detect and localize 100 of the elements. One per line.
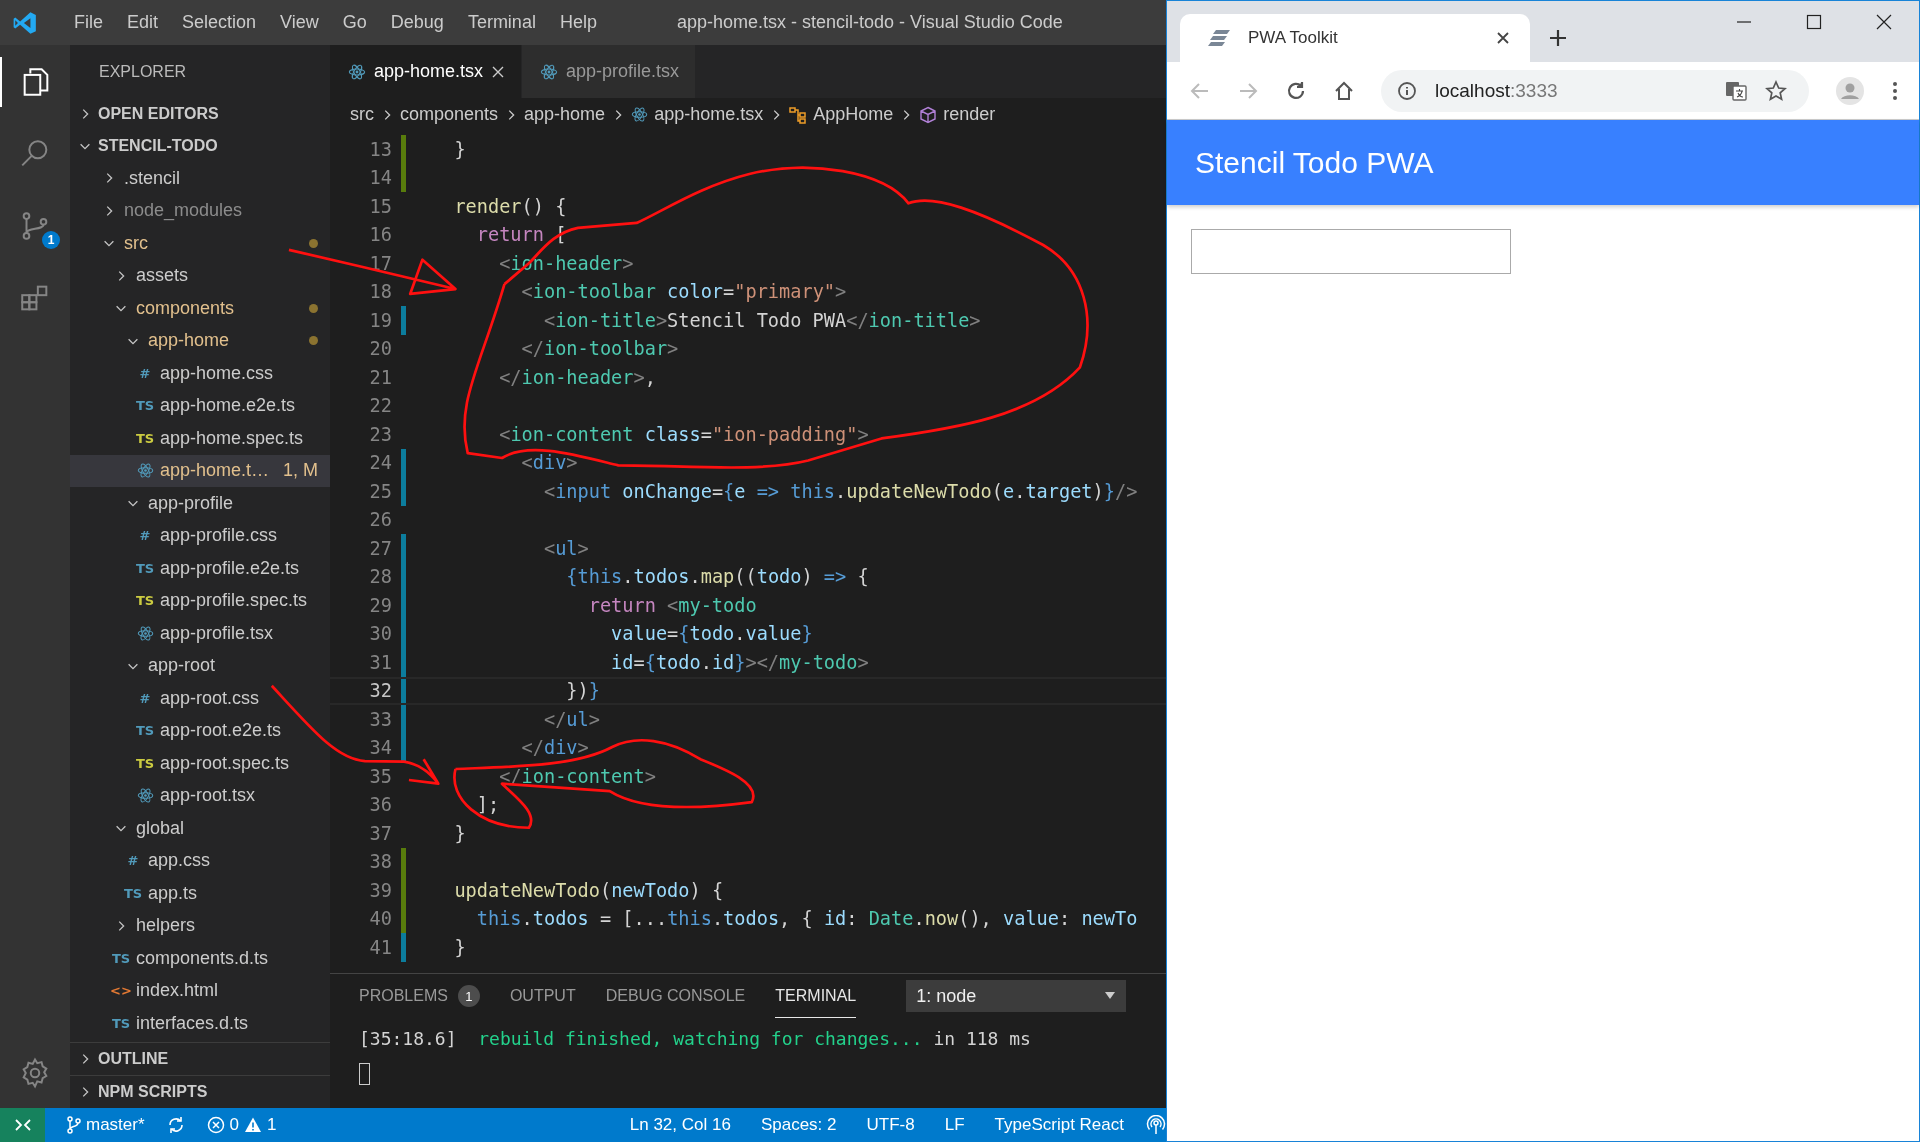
maximize-icon[interactable] xyxy=(1806,13,1822,30)
source-tree-item[interactable]: # app.css xyxy=(70,844,330,877)
line-number: 34 xyxy=(368,737,392,759)
terminal-dropdown[interactable]: 1: node xyxy=(906,980,1127,1012)
menu-item[interactable]: Terminal xyxy=(455,12,548,33)
code-line: value={todo.value} xyxy=(610,623,813,645)
editor-tab[interactable]: app-profile.tsx xyxy=(522,45,697,98)
menu-icon[interactable] xyxy=(1891,79,1899,102)
modified-dot-icon xyxy=(309,303,318,313)
source-tree-item[interactable]: # app-profile.css xyxy=(70,519,330,552)
source-tree-item[interactable]: <> index.html xyxy=(70,974,330,1007)
cube-icon xyxy=(919,105,938,124)
source-tree-item[interactable]: TS interfaces.d.ts xyxy=(70,1007,330,1040)
menu-item[interactable]: Help xyxy=(547,12,609,33)
info-icon xyxy=(1397,80,1417,101)
source-tree-item[interactable]: TS app-profile.e2e.ts xyxy=(70,552,330,585)
folder-tree-item[interactable]: app-home xyxy=(70,324,330,357)
close-icon[interactable] xyxy=(491,64,506,79)
source-tree-item[interactable]: app-root.tsx xyxy=(70,779,330,812)
source-tree-item[interactable]: # app-home.css xyxy=(70,357,330,390)
breadcrumb-item[interactable]: src xyxy=(350,104,374,125)
code-line: this.todos = [...this.todos, { id: Date.now(), value: newTo xyxy=(475,908,1138,930)
browser-tab[interactable]: PWA Toolkit xyxy=(1180,14,1530,62)
folder-tree-item[interactable]: app-profile xyxy=(70,487,330,520)
status-item[interactable]: LF xyxy=(936,1115,973,1135)
status-item[interactable]: UTF-8 xyxy=(858,1115,923,1135)
line-number: 15 xyxy=(368,195,392,217)
folder-tree-item[interactable]: helpers xyxy=(70,909,330,942)
app-logo-icon xyxy=(12,9,38,36)
menu-item[interactable]: View xyxy=(268,12,331,33)
folder-tree-item[interactable]: node_modules xyxy=(70,194,330,227)
close-icon[interactable] xyxy=(1876,13,1892,30)
code-line: <ion-title>Stencil Todo PWA</ion-title> xyxy=(542,309,981,331)
file-type-icon: TS xyxy=(135,755,155,771)
source-tree-item[interactable]: TS app-home.spec.ts xyxy=(70,422,330,455)
section-header[interactable]: OPEN EDITORS xyxy=(70,98,330,130)
file-type-icon: TS xyxy=(123,885,143,901)
broadcast-icon[interactable] xyxy=(1146,1115,1166,1135)
menu-item[interactable]: Debug xyxy=(378,12,456,33)
breadcrumb-item[interactable]: app-home xyxy=(524,104,606,125)
section-header[interactable]: STENCIL-TODO xyxy=(70,130,330,162)
folder-tree-item[interactable]: src xyxy=(70,227,330,260)
activity-bar-tab[interactable]: 1 xyxy=(0,201,70,251)
line-number: 41 xyxy=(368,936,392,958)
folder-tree-item[interactable]: assets xyxy=(70,259,330,292)
panel-tab[interactable]: OUTPUT xyxy=(509,974,576,1018)
star-icon[interactable] xyxy=(1765,79,1787,102)
close-icon[interactable] xyxy=(1496,31,1510,45)
editor-tab[interactable]: app-home.tsx xyxy=(330,45,523,98)
reload-icon[interactable] xyxy=(1285,79,1307,102)
code-line: </ion-toolbar> xyxy=(520,338,679,360)
source-tree-item[interactable]: TS app-profile.spec.ts xyxy=(70,584,330,617)
breadcrumb-item[interactable]: render xyxy=(919,104,996,125)
folder-tree-item[interactable]: global xyxy=(70,812,330,845)
file-type-icon: TS xyxy=(135,593,155,609)
line-number: 37 xyxy=(368,822,392,844)
file-type-icon: TS xyxy=(135,723,155,739)
panel-tab[interactable]: DEBUG CONSOLE xyxy=(605,974,746,1018)
breadcrumb-item[interactable]: components xyxy=(400,104,499,125)
source-tree-item[interactable]: app-profile.tsx xyxy=(70,617,330,650)
count-badge: 1 xyxy=(42,231,60,249)
branch-button[interactable]: master* xyxy=(59,1115,153,1135)
section-header[interactable]: OUTLINE xyxy=(70,1042,330,1075)
source-tree-item[interactable]: TS app-home.e2e.ts xyxy=(70,389,330,422)
home-icon[interactable] xyxy=(1333,79,1355,102)
code-line: <ion-toolbar color="primary"> xyxy=(520,281,847,303)
file-type-icon: <> xyxy=(110,983,132,999)
todo-input-field[interactable] xyxy=(1191,229,1511,274)
source-tree-item[interactable]: TS app-root.spec.ts xyxy=(70,747,330,780)
avatar-icon[interactable] xyxy=(1835,75,1865,106)
code-line: {this.todos.map((todo) => { xyxy=(565,566,869,588)
source-tree-item[interactable]: TS app.ts xyxy=(70,877,330,910)
folder-tree-item[interactable]: .stencil xyxy=(70,162,330,195)
folder-tree-item[interactable]: app-root xyxy=(70,649,330,682)
source-tree-item[interactable]: app-home.t… 1, M xyxy=(70,454,330,487)
menu-item[interactable]: File xyxy=(62,12,115,33)
status-item[interactable]: TypeScript React xyxy=(986,1115,1132,1135)
panel-tab[interactable]: PROBLEMS 1 xyxy=(359,974,480,1018)
menu-item[interactable]: Edit xyxy=(115,12,171,33)
address-bar[interactable]: localhost:3333 xyxy=(1381,69,1809,112)
line-number: 32 xyxy=(368,680,392,702)
problems-button[interactable]: 0 1 xyxy=(198,1115,285,1135)
source-tree-item[interactable]: TS app-root.e2e.ts xyxy=(70,714,330,747)
new-tab-icon[interactable] xyxy=(1548,28,1568,48)
stacked-lines-icon xyxy=(1208,28,1232,48)
window-title: app-home.tsx - stencil-todo - Visual Studio Code xyxy=(676,12,1063,33)
status-item[interactable]: Ln 32, Col 16 xyxy=(621,1115,739,1135)
breadcrumb-item[interactable]: app-home.tsx xyxy=(631,104,764,125)
source-tree-item[interactable]: TS components.d.ts xyxy=(70,942,330,975)
remote-button[interactable] xyxy=(0,1108,45,1142)
folder-tree-item[interactable]: components xyxy=(70,292,330,325)
translate-icon[interactable] xyxy=(1725,79,1747,102)
menu-item[interactable]: Selection xyxy=(170,12,269,33)
breadcrumb-item[interactable]: AppHome xyxy=(789,104,894,125)
line-number: 22 xyxy=(368,395,392,417)
sync-icon[interactable] xyxy=(166,1116,185,1134)
panel-tab[interactable]: TERMINAL xyxy=(775,974,857,1018)
source-tree-item[interactable]: # app-root.css xyxy=(70,682,330,715)
status-item[interactable]: Spaces: 2 xyxy=(752,1115,845,1135)
menu-item[interactable]: Go xyxy=(330,12,379,33)
